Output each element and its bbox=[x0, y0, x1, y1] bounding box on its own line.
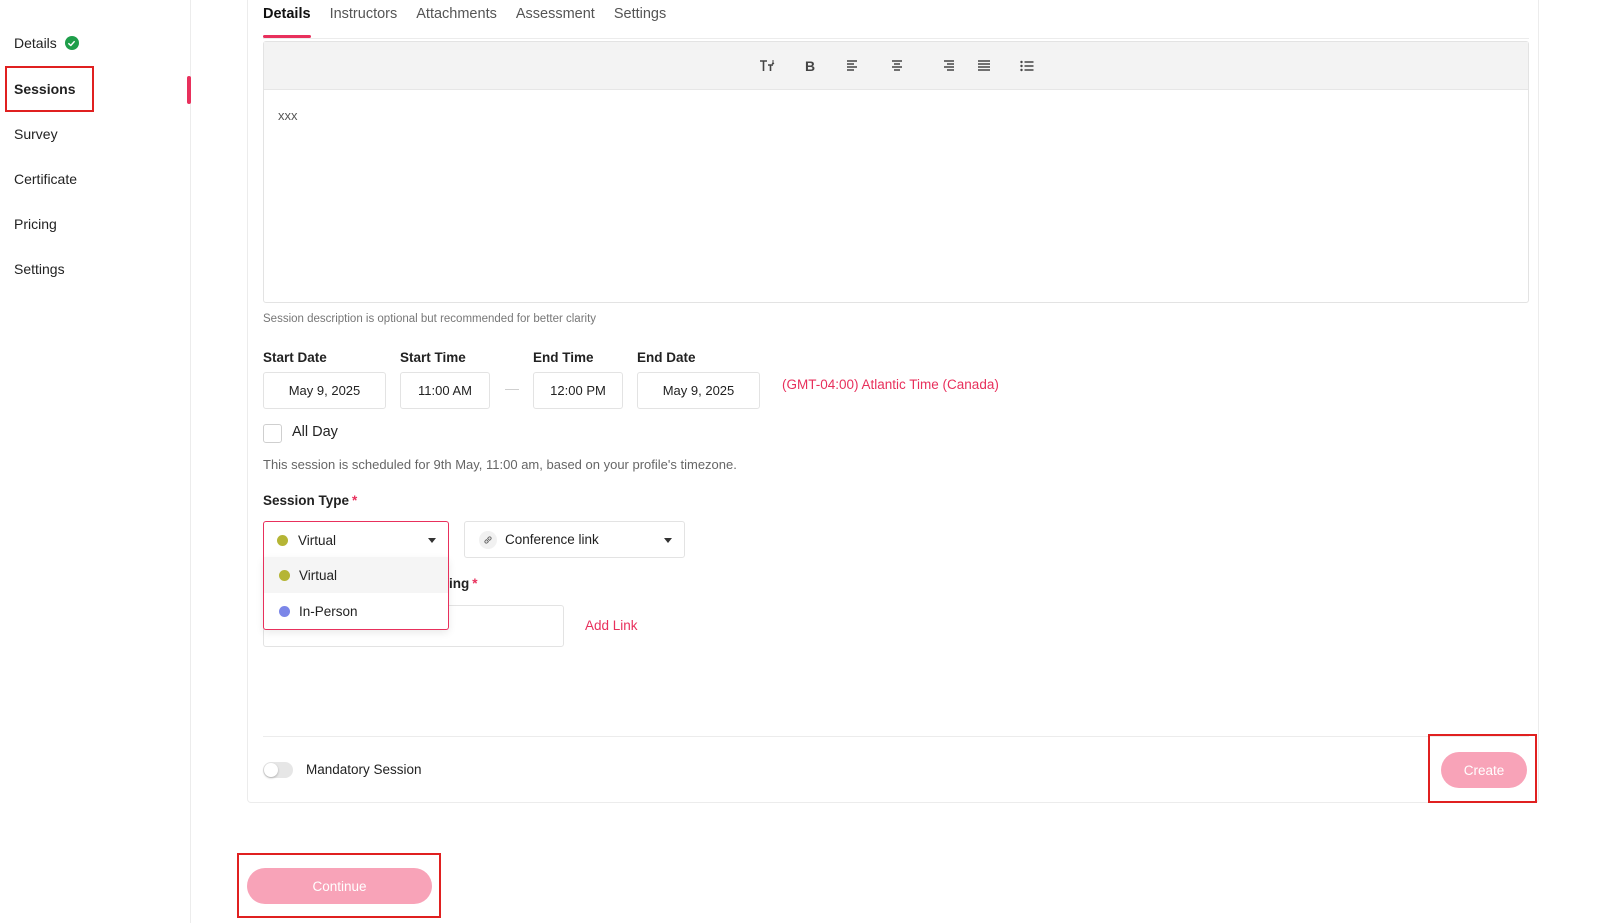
end-date-label: End Date bbox=[637, 350, 696, 365]
required-mark: * bbox=[352, 493, 358, 508]
start-time-field[interactable]: 11:00 AM bbox=[400, 372, 490, 409]
sidebar-item-settings[interactable]: Settings bbox=[14, 261, 65, 277]
caret-down-icon bbox=[664, 538, 672, 543]
option-label: Virtual bbox=[299, 567, 338, 583]
mandatory-session-toggle[interactable] bbox=[263, 762, 293, 778]
align-center-icon[interactable] bbox=[887, 56, 907, 76]
conference-type-select[interactable]: Conference link bbox=[464, 521, 685, 558]
bold-icon[interactable]: B bbox=[800, 56, 820, 76]
sidebar-item-label: Settings bbox=[14, 261, 65, 277]
sidebar-item-label: Survey bbox=[14, 126, 58, 142]
sidebar-item-survey[interactable]: Survey bbox=[14, 126, 58, 142]
end-time-field[interactable]: 12:00 PM bbox=[533, 372, 623, 409]
option-in-person[interactable]: In-Person bbox=[264, 593, 448, 629]
time-range-dash bbox=[505, 389, 519, 390]
start-time-label: Start Time bbox=[400, 350, 466, 365]
sidebar-item-details[interactable]: Details bbox=[14, 35, 79, 51]
description-editor: B xxx bbox=[263, 41, 1529, 303]
editor-content[interactable]: xxx bbox=[278, 108, 298, 123]
session-tabs: Details Instructors Attachments Assessme… bbox=[263, 0, 685, 38]
virtual-dot-icon bbox=[277, 534, 288, 546]
tab-details[interactable]: Details bbox=[263, 0, 311, 38]
option-label: In-Person bbox=[299, 603, 358, 619]
session-type-label: Session Type * bbox=[263, 493, 357, 508]
required-mark: * bbox=[472, 576, 478, 591]
sidebar-item-label: Certificate bbox=[14, 171, 78, 187]
conference-type-value: Conference link bbox=[505, 532, 599, 547]
sidebar-item-label: Sessions bbox=[14, 81, 76, 97]
start-date-label: Start Date bbox=[263, 350, 327, 365]
tab-instructors[interactable]: Instructors bbox=[330, 0, 398, 38]
schedule-note: This session is scheduled for 9th May, 1… bbox=[263, 457, 737, 472]
meeting-link-label-text: ing bbox=[449, 576, 470, 591]
text-size-icon[interactable] bbox=[757, 56, 777, 76]
sidebar-item-certificate[interactable]: Certificate bbox=[14, 171, 77, 187]
card-footer-divider bbox=[263, 736, 1529, 737]
editor-toolbar: B bbox=[264, 42, 1528, 90]
session-type-label-text: Session Type bbox=[263, 493, 350, 508]
bullet-list-icon[interactable] bbox=[1017, 56, 1037, 76]
session-type-dropdown: Virtual In-Person bbox=[263, 557, 449, 630]
create-button[interactable]: Create bbox=[1441, 752, 1527, 788]
tab-divider bbox=[263, 38, 1529, 39]
align-left-icon[interactable] bbox=[843, 56, 863, 76]
virtual-dot-icon bbox=[279, 569, 290, 581]
tab-settings[interactable]: Settings bbox=[614, 0, 666, 38]
option-virtual[interactable]: Virtual bbox=[264, 557, 448, 593]
check-circle-icon bbox=[64, 36, 79, 50]
timezone-link[interactable]: (GMT-04:00) Atlantic Time (Canada) bbox=[782, 377, 999, 392]
tab-attachments[interactable]: Attachments bbox=[416, 0, 497, 38]
end-date-field[interactable]: May 9, 2025 bbox=[637, 372, 760, 409]
sidebar-item-pricing[interactable]: Pricing bbox=[14, 216, 57, 232]
start-date-field[interactable]: May 9, 2025 bbox=[263, 372, 386, 409]
in-person-dot-icon bbox=[279, 605, 290, 617]
session-type-value: Virtual bbox=[298, 532, 337, 548]
all-day-label: All Day bbox=[292, 424, 338, 440]
link-icon bbox=[479, 530, 497, 549]
description-hint: Session description is optional but reco… bbox=[263, 313, 597, 325]
sidebar-item-sessions[interactable]: Sessions bbox=[14, 81, 75, 97]
align-right-icon[interactable] bbox=[938, 56, 958, 76]
end-time-label: End Time bbox=[533, 350, 594, 365]
mandatory-session-label: Mandatory Session bbox=[306, 762, 422, 777]
caret-down-icon bbox=[428, 538, 436, 543]
all-day-checkbox[interactable] bbox=[263, 424, 282, 443]
sidebar-item-label: Details bbox=[14, 35, 57, 51]
add-link-button[interactable]: Add Link bbox=[585, 618, 638, 633]
sidebar-item-label: Pricing bbox=[14, 216, 57, 232]
session-type-select[interactable]: Virtual bbox=[263, 521, 449, 558]
active-nav-indicator bbox=[187, 76, 191, 104]
sidebar: Details Sessions Survey Certificate Pric… bbox=[0, 0, 191, 923]
tab-assessment[interactable]: Assessment bbox=[516, 0, 595, 38]
align-justify-icon[interactable] bbox=[974, 56, 994, 76]
continue-button[interactable]: Continue bbox=[247, 868, 432, 904]
meeting-link-label: ing * bbox=[449, 576, 478, 591]
